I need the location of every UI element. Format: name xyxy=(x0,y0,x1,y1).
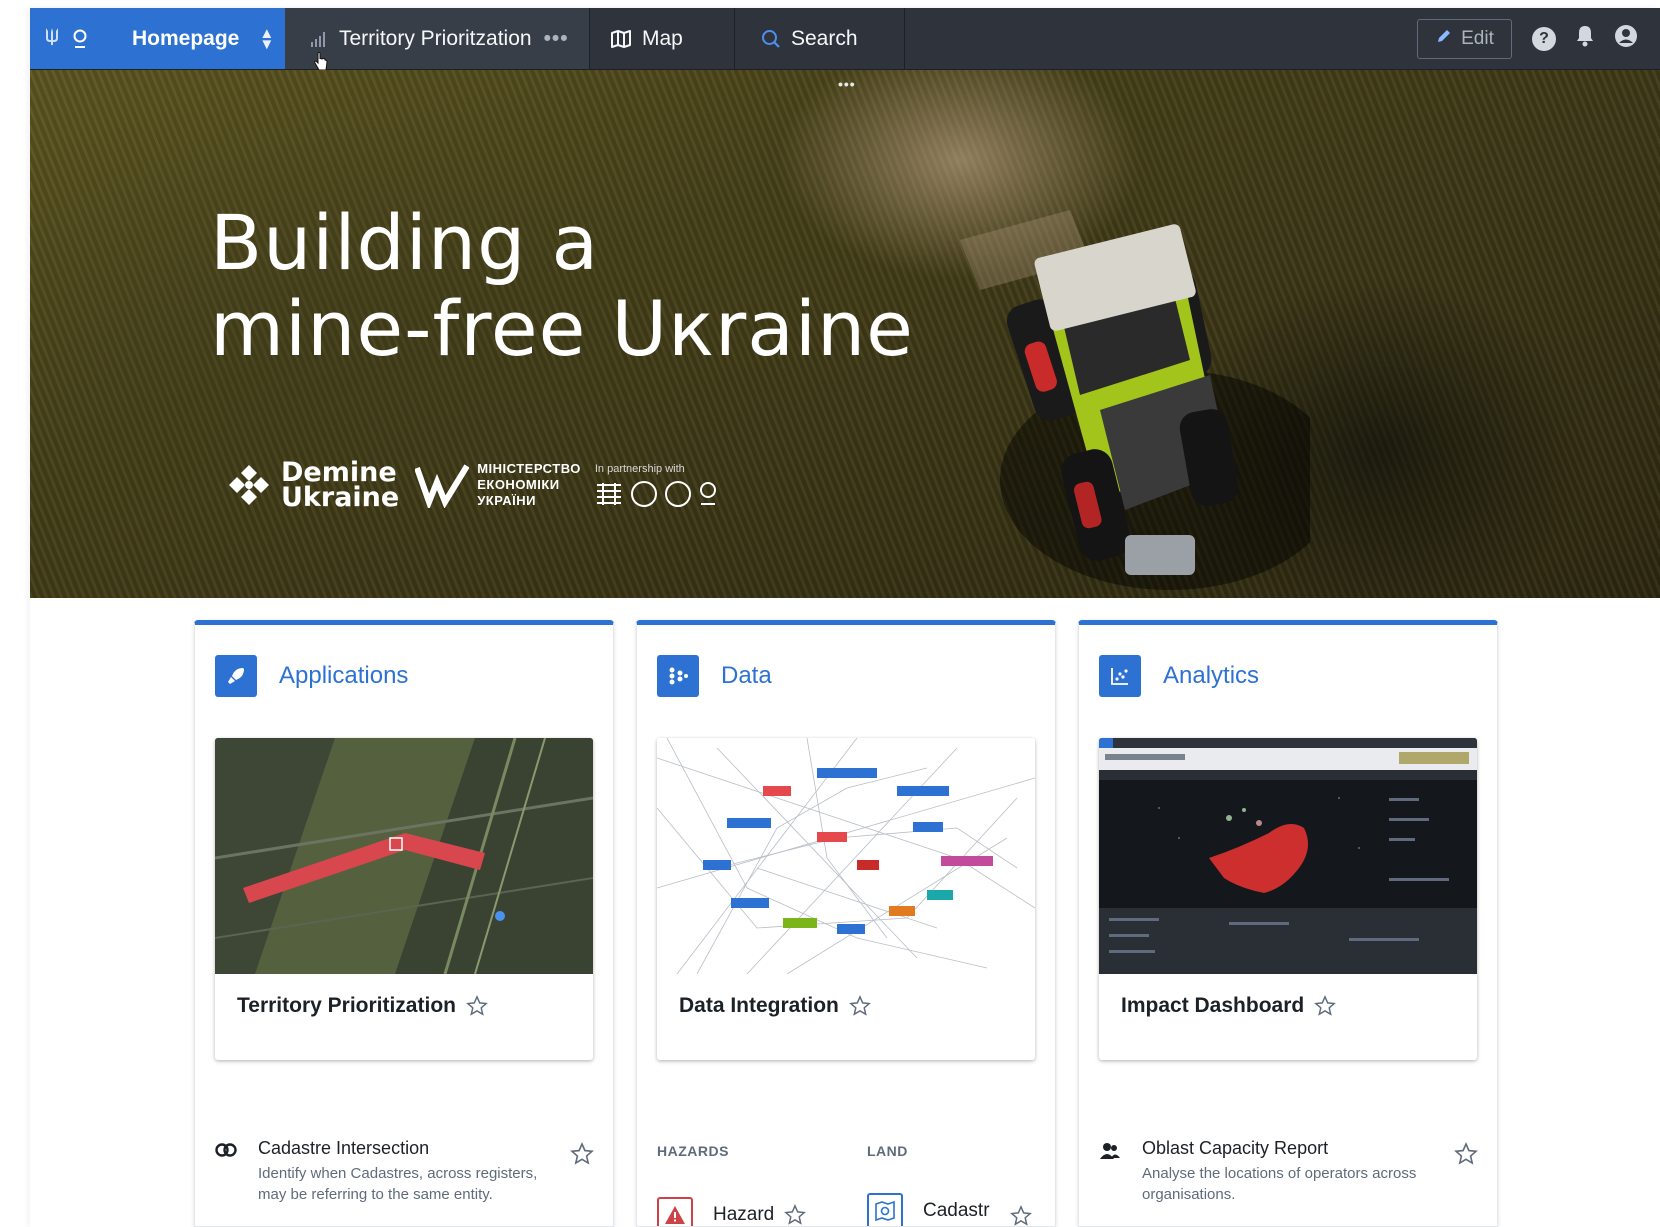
resource-description: Analyse the locations of operators acros… xyxy=(1142,1165,1417,1203)
partner-pin-icon xyxy=(699,482,716,505)
map-search-icon xyxy=(867,1193,903,1226)
tryzub-icon xyxy=(44,26,62,51)
partner-marks xyxy=(595,481,717,507)
partner-logos: Demine Ukraine МІНІСТЕРСТВО ЕКОНОМІКИ УК… xyxy=(225,459,717,513)
search-icon xyxy=(761,29,781,49)
partner-emblem-icon xyxy=(596,483,621,505)
partner-seal-icon xyxy=(630,481,657,507)
caret-sort-icon: ▲ ▼ xyxy=(259,24,275,53)
app-tile-data-integration[interactable]: Data Integration xyxy=(657,738,1035,1060)
data-card: Data Data Integration HAZARDS LAND Hazar… xyxy=(636,620,1056,1227)
section-label-hazards: HAZARDS xyxy=(657,1143,729,1159)
tile-title: Impact Dashboard xyxy=(1121,994,1305,1017)
rocket-icon xyxy=(215,655,257,697)
nav-icon-group: ? xyxy=(1532,8,1660,69)
partnership-caption: In partnership with xyxy=(594,463,685,475)
bar-chart-icon xyxy=(309,29,329,49)
app-tile-territory-prioritization[interactable]: Territory Prioritization xyxy=(215,738,593,1060)
banner-more-icon[interactable]: ••• xyxy=(838,76,856,92)
dataset-name: Hazard xyxy=(713,1204,775,1225)
tile-label: Territory Prioritization xyxy=(237,994,488,1018)
ministry-logo xyxy=(415,464,470,508)
analytics-card: Analytics Impact Dashboard Oblast Capaci… xyxy=(1078,620,1498,1227)
dataset-cadastr[interactable]: Cadastr xyxy=(867,1193,1032,1227)
ministry-line1: МІНІСТЕРСТВО xyxy=(477,461,581,476)
tab-search[interactable]: Search xyxy=(735,8,905,69)
tab-label: Search xyxy=(791,26,858,50)
star-icon[interactable] xyxy=(848,995,871,1017)
section-label-land: LAND xyxy=(867,1143,908,1159)
user-account-icon[interactable] xyxy=(1614,24,1638,53)
resource-cadastre-intersection[interactable]: Cadastre Intersection Identify when Cada… xyxy=(215,1138,545,1205)
dataset-name: Cadastr xyxy=(923,1200,990,1221)
resource-oblast-capacity-report[interactable]: Oblast Capacity Report Analyse the locat… xyxy=(1099,1138,1429,1205)
tab-label: Map xyxy=(642,26,683,50)
card-header: Data xyxy=(657,655,772,697)
ukraine-line: Ukraine xyxy=(281,482,400,513)
more-icon[interactable]: ••• xyxy=(544,27,569,51)
map-icon xyxy=(610,29,632,49)
ministry-line3: УКРАЇНИ xyxy=(477,493,536,508)
app-tile-impact-dashboard[interactable]: Impact Dashboard xyxy=(1099,738,1477,1060)
data-lineage-thumbnail xyxy=(657,738,1035,975)
applications-card: Applications Territory Prioritization Ca… xyxy=(194,620,614,1227)
help-icon[interactable]: ? xyxy=(1532,26,1556,51)
card-title: Data xyxy=(721,662,772,689)
pencil-icon xyxy=(1435,27,1453,51)
star-icon[interactable] xyxy=(1314,995,1337,1017)
hero-banner: ••• Building a mine-free Uкraine Demine … xyxy=(30,70,1660,598)
territory-map-thumbnail xyxy=(215,738,593,975)
tile-label: Data Integration xyxy=(679,994,871,1018)
star-icon[interactable] xyxy=(466,995,488,1017)
tile-title: Territory Prioritization xyxy=(237,994,456,1017)
intersection-icon xyxy=(215,1142,237,1163)
partner-badge-icon xyxy=(664,481,691,507)
app-frame: Homepage ▲ ▼ Territory Prioritzation ••• … xyxy=(30,8,1660,1227)
card-header: Analytics xyxy=(1099,655,1259,697)
impact-dashboard-thumbnail xyxy=(1099,738,1477,974)
tab-territory-prioritization[interactable]: Territory Prioritzation ••• xyxy=(285,8,590,69)
resource-name: Cadastre Intersection xyxy=(258,1138,430,1158)
ministry-line2: ЕКОНОМІКИ xyxy=(477,477,560,492)
hand-cursor-icon xyxy=(313,52,329,72)
homepage-label: Homepage xyxy=(132,26,240,50)
partnership-block: In partnership with xyxy=(595,463,717,507)
edit-label: Edit xyxy=(1461,27,1494,49)
data-lineage-icon xyxy=(657,655,699,697)
location-pin-icon xyxy=(72,29,88,49)
resource-name: Oblast Capacity Report xyxy=(1142,1138,1329,1158)
edit-button[interactable]: Edit xyxy=(1417,18,1512,59)
notification-bell-icon[interactable] xyxy=(1574,24,1596,53)
tab-label: Territory Prioritzation xyxy=(339,26,532,50)
tile-title: Data Integration xyxy=(679,994,839,1017)
hero-title-line1: Building a xyxy=(210,198,600,287)
top-navigation: Homepage ▲ ▼ Territory Prioritzation ••• … xyxy=(30,8,1660,70)
homepage-selector[interactable]: Homepage ▲ ▼ xyxy=(30,8,285,69)
card-header: Applications xyxy=(215,655,408,697)
star-icon[interactable] xyxy=(1009,1205,1032,1227)
tractor-image xyxy=(960,210,1310,590)
star-icon[interactable] xyxy=(784,1204,807,1226)
scatter-chart-icon xyxy=(1099,655,1141,697)
demine-ukraine-wordmark: Demine Ukraine xyxy=(281,459,400,513)
demine-ukraine-logo xyxy=(229,465,269,505)
hero-title-line2: mine-free Uкraine xyxy=(210,284,914,373)
card-title: Applications xyxy=(279,662,409,689)
ministry-wordmark: МІНІСТЕРСТВО ЕКОНОМІКИ УКРАЇНИ xyxy=(477,461,581,509)
tab-map[interactable]: Map xyxy=(590,8,735,69)
star-icon[interactable] xyxy=(1454,1142,1478,1166)
dataset-hazard[interactable]: Hazard xyxy=(657,1197,807,1226)
hero-title: Building a mine-free Uкraine xyxy=(210,200,914,372)
resource-description: Identify when Cadastres, across register… xyxy=(258,1165,538,1203)
warning-icon xyxy=(657,1197,693,1226)
tile-label: Impact Dashboard xyxy=(1121,994,1337,1018)
star-icon[interactable] xyxy=(570,1142,594,1166)
card-title: Analytics xyxy=(1163,662,1260,689)
people-icon xyxy=(1099,1142,1121,1165)
